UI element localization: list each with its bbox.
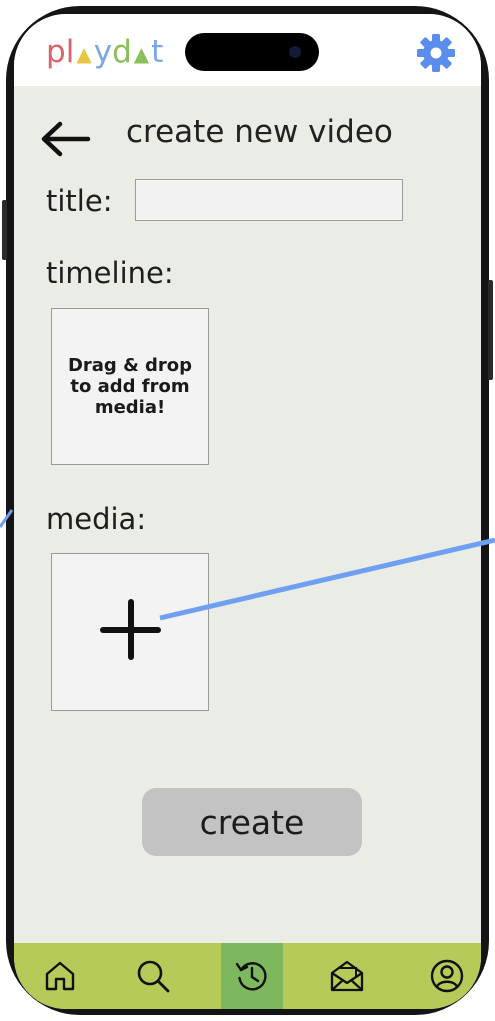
side-button-left [2, 200, 7, 260]
timeline-drop-text: Drag & drop to add from media! [67, 355, 193, 418]
logo-letter: y [93, 34, 113, 70]
page-title: create new video [126, 114, 393, 150]
camera-dot [289, 46, 301, 58]
media-label: media: [46, 502, 147, 536]
gear-icon[interactable] [416, 33, 456, 73]
logo-letter: ▲ [133, 42, 150, 66]
user-circle-icon [430, 959, 464, 993]
top-bar: p l ▲ y d ▲ t [14, 14, 481, 86]
bottom-nav [14, 943, 481, 1009]
mail-open-icon [330, 960, 364, 992]
timeline-label: timeline: [46, 256, 174, 290]
create-button[interactable]: create [142, 788, 362, 856]
logo-letter: l [65, 34, 75, 70]
nav-history[interactable] [221, 943, 283, 1009]
app-logo: p l ▲ y d ▲ t [46, 32, 163, 72]
nav-search[interactable] [122, 943, 184, 1009]
logo-letter: p [46, 34, 66, 70]
nav-profile[interactable] [416, 943, 478, 1009]
logo-letter: d [112, 34, 132, 70]
side-button-right [488, 280, 493, 380]
title-label: title: [46, 184, 113, 218]
arrow-left-icon[interactable] [40, 120, 92, 158]
logo-letter: t [151, 34, 164, 70]
dynamic-island [185, 33, 319, 71]
home-icon [45, 961, 75, 991]
timeline-drop-zone[interactable]: Drag & drop to add from media! [51, 308, 209, 465]
nav-inbox[interactable] [316, 943, 378, 1009]
history-icon [235, 962, 267, 991]
nav-home[interactable] [29, 943, 91, 1009]
title-input[interactable] [135, 179, 403, 221]
logo-letter: ▲ [76, 42, 92, 66]
search-icon [137, 960, 170, 993]
add-media-button[interactable] [51, 553, 209, 711]
app-screen: p l ▲ y d ▲ t create new video title: timeline… [14, 14, 481, 1009]
